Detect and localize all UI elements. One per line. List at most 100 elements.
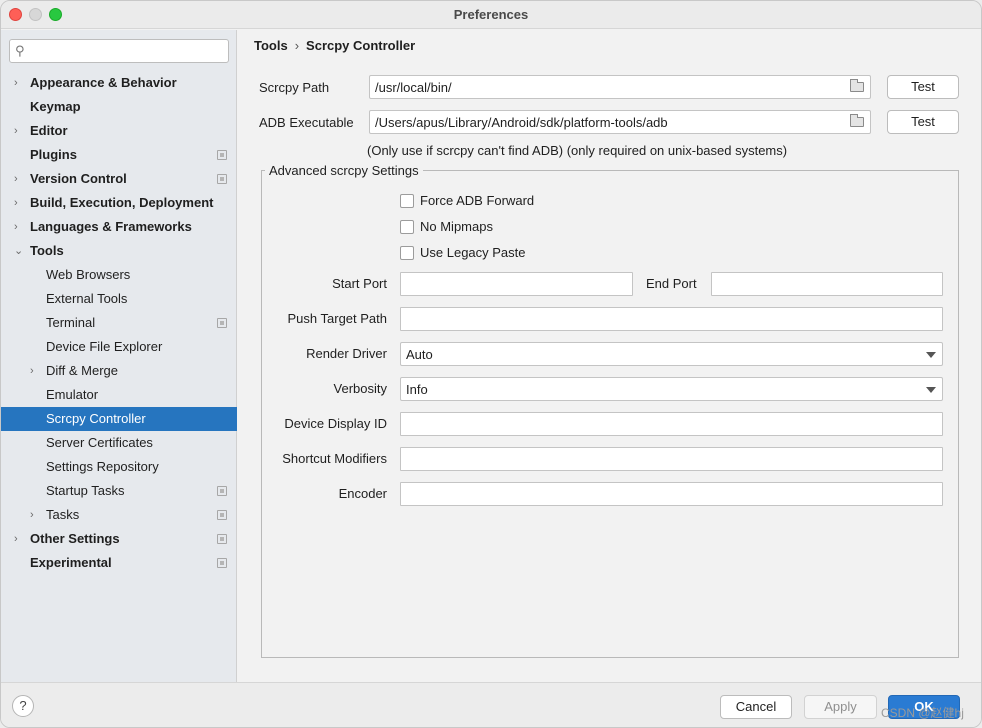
- folder-icon[interactable]: [850, 114, 864, 127]
- no-mipmaps-checkbox[interactable]: No Mipmaps: [400, 219, 600, 235]
- sidebar-item-label: Tasks: [46, 507, 80, 522]
- test-adb-button[interactable]: Test: [887, 110, 959, 134]
- sidebar-item-plugins[interactable]: Plugins: [1, 143, 237, 167]
- project-settings-icon: [217, 558, 227, 568]
- advanced-settings-title: Advanced scrcpy Settings: [265, 163, 423, 179]
- verbosity-select[interactable]: Info: [400, 377, 943, 401]
- sidebar-item-label: Plugins: [30, 147, 77, 162]
- sidebar-item-scrcpy-controller[interactable]: Scrcpy Controller: [1, 407, 237, 431]
- chevron-right-icon[interactable]: ›: [14, 215, 18, 239]
- sidebar-item-label: Device File Explorer: [46, 339, 163, 354]
- chevron-right-icon[interactable]: ›: [30, 503, 34, 527]
- start-port-input[interactable]: [400, 272, 633, 296]
- chevron-right-icon[interactable]: ›: [14, 191, 18, 215]
- apply-button[interactable]: Apply: [804, 695, 877, 719]
- maximize-window-button[interactable]: [49, 8, 62, 21]
- breadcrumb-separator: ›: [294, 38, 300, 53]
- checkbox-box[interactable]: [400, 246, 414, 260]
- project-settings-icon: [217, 510, 227, 520]
- sidebar-item-emulator[interactable]: Emulator: [1, 383, 237, 407]
- sidebar-item-label: Appearance & Behavior: [30, 75, 177, 90]
- use-legacy-paste-checkbox[interactable]: Use Legacy Paste: [400, 245, 600, 261]
- sidebar-item-label: Diff & Merge: [46, 363, 119, 378]
- project-settings-icon: [217, 174, 227, 184]
- chevron-right-icon[interactable]: ›: [14, 167, 18, 191]
- sidebar-item-label: Startup Tasks: [46, 483, 125, 498]
- sidebar-item-label: Server Certificates: [46, 435, 153, 450]
- render-driver-select[interactable]: Auto: [400, 342, 943, 366]
- sidebar-item-label: Web Browsers: [46, 267, 131, 282]
- sidebar-item-experimental[interactable]: Experimental: [1, 551, 237, 575]
- sidebar-item-label: External Tools: [46, 291, 128, 306]
- sidebar-item-label: Build, Execution, Deployment: [30, 195, 214, 210]
- start-port-label: Start Port: [332, 276, 387, 291]
- window-title: Preferences: [453, 7, 529, 22]
- sidebar-item-appearance-behavior[interactable]: › Appearance & Behavior: [1, 71, 237, 95]
- cancel-button[interactable]: Cancel: [720, 695, 792, 719]
- adb-executable-value: /Users/apus/Library/Android/sdk/platform…: [375, 115, 668, 130]
- sidebar-item-build-execution-deployment[interactable]: › Build, Execution, Deployment: [1, 191, 237, 215]
- sidebar-item-startup-tasks[interactable]: Startup Tasks: [1, 479, 237, 503]
- chevron-right-icon[interactable]: ›: [14, 119, 18, 143]
- sidebar-item-editor[interactable]: › Editor: [1, 119, 237, 143]
- end-port-input[interactable]: [711, 272, 943, 296]
- sidebar-item-label: Settings Repository: [46, 459, 159, 474]
- sidebar-item-diff-merge[interactable]: › Diff & Merge: [1, 359, 237, 383]
- shortcut-modifiers-label: Shortcut Modifiers: [282, 451, 387, 466]
- push-target-path-input[interactable]: [400, 307, 943, 331]
- project-settings-icon: [217, 150, 227, 160]
- chevron-right-icon[interactable]: ›: [30, 359, 34, 383]
- sidebar-item-external-tools[interactable]: External Tools: [1, 287, 237, 311]
- sidebar-item-terminal[interactable]: Terminal: [1, 311, 237, 335]
- chevron-right-icon[interactable]: ›: [14, 71, 18, 95]
- checkbox-label: No Mipmaps: [420, 219, 493, 234]
- settings-search[interactable]: ⚲: [9, 39, 229, 63]
- sidebar-item-web-browsers[interactable]: Web Browsers: [1, 263, 237, 287]
- sidebar-item-label: Experimental: [30, 555, 112, 570]
- encoder-input[interactable]: [400, 482, 943, 506]
- settings-sidebar: ⚲ › Appearance & Behavior Keymap › Editor Plu…: [1, 30, 237, 682]
- minimize-window-button[interactable]: [29, 8, 42, 21]
- breadcrumb-parent[interactable]: Tools: [254, 38, 288, 53]
- chevron-down-icon: [926, 387, 936, 393]
- dialog-footer: ? Cancel Apply OK: [1, 682, 981, 727]
- search-icon: ⚲: [15, 43, 25, 58]
- breadcrumb-current: Scrcpy Controller: [306, 38, 416, 53]
- scrcpy-path-value: /usr/local/bin/: [375, 80, 452, 95]
- push-target-path-label: Push Target Path: [287, 311, 388, 326]
- sidebar-item-server-certificates[interactable]: Server Certificates: [1, 431, 237, 455]
- device-display-id-label: Device Display ID: [284, 416, 387, 431]
- sidebar-item-device-file-explorer[interactable]: Device File Explorer: [1, 335, 237, 359]
- close-window-button[interactable]: [9, 8, 22, 21]
- force-adb-forward-checkbox[interactable]: Force ADB Forward: [400, 193, 600, 209]
- chevron-down-icon: [926, 352, 936, 358]
- chevron-right-icon[interactable]: ›: [14, 527, 18, 551]
- help-button[interactable]: ?: [12, 695, 34, 717]
- checkbox-box[interactable]: [400, 220, 414, 234]
- sidebar-item-tasks[interactable]: › Tasks: [1, 503, 237, 527]
- chevron-down-icon[interactable]: ⌄: [14, 239, 23, 263]
- sidebar-item-other-settings[interactable]: › Other Settings: [1, 527, 237, 551]
- folder-icon[interactable]: [850, 79, 864, 92]
- verbosity-value: Info: [406, 382, 428, 397]
- sidebar-item-languages-frameworks[interactable]: › Languages & Frameworks: [1, 215, 237, 239]
- checkbox-label: Use Legacy Paste: [420, 245, 526, 260]
- checkbox-box[interactable]: [400, 194, 414, 208]
- adb-executable-field[interactable]: /Users/apus/Library/Android/sdk/platform…: [369, 110, 871, 134]
- sidebar-item-keymap[interactable]: Keymap: [1, 95, 237, 119]
- sidebar-item-settings-repository[interactable]: Settings Repository: [1, 455, 237, 479]
- sidebar-item-tools[interactable]: ⌄ Tools: [1, 239, 237, 263]
- render-driver-label: Render Driver: [306, 346, 387, 361]
- scrcpy-path-label: Scrcpy Path: [259, 80, 330, 95]
- shortcut-modifiers-input[interactable]: [400, 447, 943, 471]
- adb-executable-label: ADB Executable: [259, 115, 354, 130]
- device-display-id-input[interactable]: [400, 412, 943, 436]
- end-port-label: End Port: [646, 276, 697, 291]
- sidebar-item-label: Other Settings: [30, 531, 120, 546]
- preferences-window: Preferences ⚲ › Appearance & Behavior Keym…: [0, 0, 982, 728]
- test-scrcpy-button[interactable]: Test: [887, 75, 959, 99]
- sidebar-item-version-control[interactable]: › Version Control: [1, 167, 237, 191]
- search-input[interactable]: [34, 42, 224, 60]
- scrcpy-path-field[interactable]: /usr/local/bin/: [369, 75, 871, 99]
- sidebar-item-label: Scrcpy Controller: [46, 411, 146, 426]
